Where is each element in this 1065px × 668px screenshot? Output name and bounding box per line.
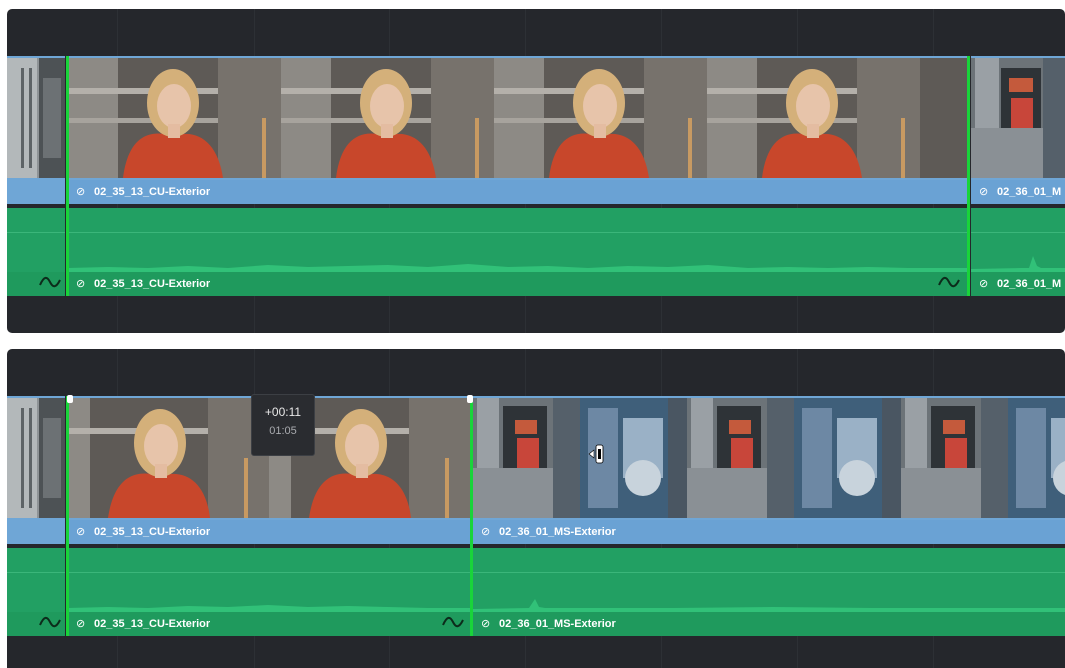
clip-filmstrip: [68, 58, 968, 178]
link-icon: ⊘: [76, 186, 86, 198]
trim-offset: +00:11: [264, 405, 302, 419]
link-icon: ⊘: [76, 526, 86, 538]
link-icon: ⊘: [76, 618, 86, 630]
audio-waveform: [971, 256, 1065, 272]
fade-handle-icon[interactable]: [39, 276, 61, 290]
clip-label: ⊘ 02_36_01_M: [971, 272, 1065, 296]
link-icon: ⊘: [481, 526, 491, 538]
trim-tooltip: +00:11 01:05: [251, 394, 315, 456]
audio-waveform: [68, 605, 470, 612]
video-clip-previous[interactable]: [7, 396, 65, 544]
video-clip-ms-exterior[interactable]: ⊘ 02_36_01_MS-Exterior: [473, 396, 1065, 544]
link-icon: ⊘: [979, 186, 989, 198]
audio-waveform: [68, 264, 968, 272]
edit-point-marker[interactable]: [967, 56, 970, 296]
clip-thumbnail: [7, 398, 65, 518]
fade-handle-icon[interactable]: [442, 616, 464, 630]
trim-handle-left[interactable]: [67, 395, 73, 403]
clip-label: ⊘ 02_35_13_CU-Exterior: [68, 612, 470, 636]
timeline-top: ⊘ 02_35_13_CU-Exterior ⊘ 02_36_01_M ⊘ 02…: [7, 9, 1065, 333]
link-icon: ⊘: [76, 278, 86, 290]
ripple-trim-cursor-icon: [588, 444, 604, 464]
fade-handle-icon[interactable]: [938, 276, 960, 290]
clip-label: ⊘ 02_35_13_CU-Exterior: [68, 520, 470, 544]
clip-label: ⊘ 02_36_01_MS-Exterior: [473, 520, 1065, 544]
audio-clip-ms-exterior[interactable]: ⊘ 02_36_01_M: [971, 208, 1065, 296]
fade-handle-icon[interactable]: [39, 616, 61, 630]
audio-clip-previous[interactable]: [7, 208, 65, 296]
link-icon: ⊘: [481, 618, 491, 630]
edit-point-marker[interactable]: [66, 396, 69, 636]
audio-clip-cu-exterior[interactable]: ⊘ 02_35_13_CU-Exterior: [68, 548, 470, 636]
trim-handle-right[interactable]: [467, 395, 473, 403]
clip-thumbnail: [971, 58, 1065, 178]
video-clip-cu-exterior[interactable]: ⊘ 02_35_13_CU-Exterior: [68, 56, 968, 204]
link-icon: ⊘: [979, 278, 989, 290]
trim-duration: 01:05: [269, 425, 297, 437]
audio-clip-previous[interactable]: [7, 548, 65, 636]
clip-label: ⊘ 02_35_13_CU-Exterior: [68, 272, 968, 296]
clip-filmstrip: [473, 398, 1065, 518]
clip-thumbnail: [7, 58, 65, 178]
timeline-bottom: ⊘ 02_35_13_CU-Exterior ⊘ 02_36_01_MS-Ext…: [7, 349, 1065, 668]
video-clip-ms-exterior[interactable]: ⊘ 02_36_01_M: [971, 56, 1065, 204]
edit-point-marker[interactable]: [66, 56, 69, 296]
clip-label: ⊘ 02_36_01_MS-Exterior: [473, 612, 1065, 636]
clip-label: ⊘ 02_36_01_M: [971, 180, 1065, 204]
video-clip-previous[interactable]: [7, 56, 65, 204]
clip-label: ⊘ 02_35_13_CU-Exterior: [68, 180, 968, 204]
audio-clip-ms-exterior[interactable]: ⊘ 02_36_01_MS-Exterior: [473, 548, 1065, 636]
audio-waveform: [473, 599, 1065, 612]
edit-point-marker[interactable]: [470, 396, 473, 636]
audio-clip-cu-exterior[interactable]: ⊘ 02_35_13_CU-Exterior: [68, 208, 968, 296]
